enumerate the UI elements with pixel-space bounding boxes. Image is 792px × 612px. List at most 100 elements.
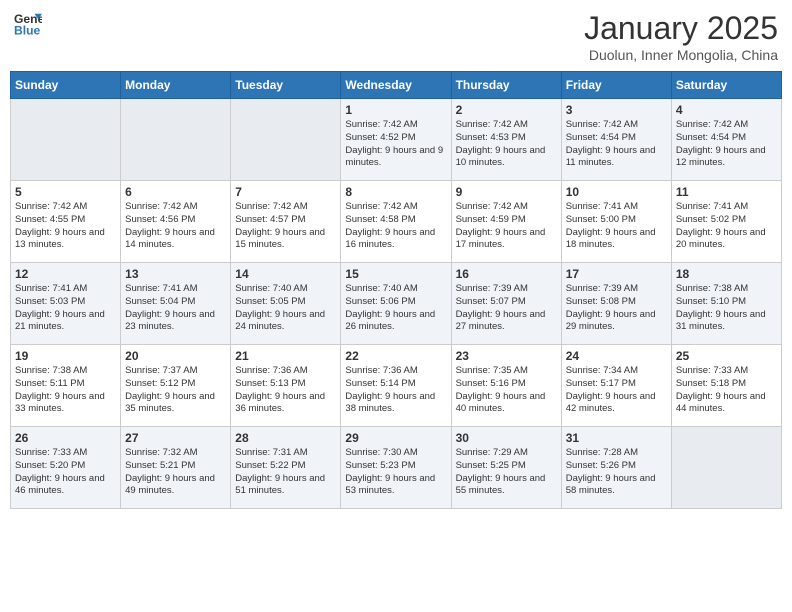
day-cell-15: 15 Sunrise: 7:40 AMSunset: 5:06 PMDayligh… [341, 263, 451, 345]
day-number: 31 [566, 431, 667, 445]
day-cell-4: 4 Sunrise: 7:42 AMSunset: 4:54 PMDaylight… [671, 99, 781, 181]
day-number: 27 [125, 431, 226, 445]
cell-info: Sunrise: 7:42 AMSunset: 4:54 PMDaylight:… [566, 119, 667, 170]
week-row-1: 1 Sunrise: 7:42 AMSunset: 4:52 PMDaylight… [11, 99, 782, 181]
day-cell-28: 28Sunrise: 7:31 AMSunset: 5:22 PMDayligh… [231, 427, 341, 509]
day-cell-18: 18Sunrise: 7:38 AMSunset: 5:10 PMDayligh… [671, 263, 781, 345]
day-number: 16 [456, 267, 557, 281]
day-number: 26 [15, 431, 116, 445]
cell-info: Sunrise: 7:39 AMSunset: 5:07 PMDaylight:… [456, 283, 557, 334]
weekday-header-row: SundayMondayTuesdayWednesdayThursdayFrid… [11, 72, 782, 99]
day-number: 22 [345, 349, 446, 363]
cell-info: Sunrise: 7:37 AMSunset: 5:12 PMDaylight:… [125, 365, 226, 416]
logo: General Blue [14, 10, 42, 38]
cell-info: Sunrise: 7:42 AMSunset: 4:56 PMDaylight:… [125, 201, 226, 252]
cell-info: Sunrise: 7:34 AMSunset: 5:17 PMDaylight:… [566, 365, 667, 416]
day-number: 13 [125, 267, 226, 281]
day-number: 25 [676, 349, 777, 363]
day-number: 23 [456, 349, 557, 363]
cell-info: Sunrise: 7:41 AMSunset: 5:03 PMDaylight:… [15, 283, 116, 334]
day-cell-3: 3 Sunrise: 7:42 AMSunset: 4:54 PMDaylight… [561, 99, 671, 181]
cell-info: Sunrise: 7:39 AMSunset: 5:08 PMDaylight:… [566, 283, 667, 334]
day-cell-7: 7Sunrise: 7:42 AMSunset: 4:57 PMDaylight… [231, 181, 341, 263]
svg-text:Blue: Blue [14, 23, 41, 37]
cell-info: Sunrise: 7:36 AMSunset: 5:14 PMDaylight:… [345, 365, 446, 416]
day-cell-5: 5 Sunrise: 7:42 AMSunset: 4:55 PMDaylight… [11, 181, 121, 263]
day-number: 8 [345, 185, 446, 199]
day-number: 24 [566, 349, 667, 363]
day-cell-16: 16 Sunrise: 7:39 AMSunset: 5:07 PMDayligh… [451, 263, 561, 345]
day-number: 21 [235, 349, 336, 363]
page-header: General Blue January 2025 Duolun, Inner … [10, 10, 782, 63]
day-number: 7 [235, 185, 336, 199]
weekday-header-sunday: Sunday [11, 72, 121, 99]
calendar: SundayMondayTuesdayWednesdayThursdayFrid… [10, 71, 782, 509]
day-cell-21: 21 Sunrise: 7:36 AMSunset: 5:13 PMDayligh… [231, 345, 341, 427]
week-row-2: 5 Sunrise: 7:42 AMSunset: 4:55 PMDaylight… [11, 181, 782, 263]
week-row-5: 26 Sunrise: 7:33 AMSunset: 5:20 PMDayligh… [11, 427, 782, 509]
cell-info: Sunrise: 7:33 AMSunset: 5:18 PMDaylight:… [676, 365, 777, 416]
day-number: 29 [345, 431, 446, 445]
cell-info: Sunrise: 7:31 AMSunset: 5:22 PMDaylight:… [235, 447, 336, 498]
day-cell-17: 17Sunrise: 7:39 AMSunset: 5:08 PMDayligh… [561, 263, 671, 345]
logo-icon: General Blue [14, 10, 42, 38]
day-number: 5 [15, 185, 116, 199]
day-cell-2: 2Sunrise: 7:42 AMSunset: 4:53 PMDaylight… [451, 99, 561, 181]
cell-info: Sunrise: 7:36 AMSunset: 5:13 PMDaylight:… [235, 365, 336, 416]
day-cell-22: 22 Sunrise: 7:36 AMSunset: 5:14 PMDayligh… [341, 345, 451, 427]
day-number: 19 [15, 349, 116, 363]
cell-info: Sunrise: 7:29 AMSunset: 5:25 PMDaylight:… [456, 447, 557, 498]
location: Duolun, Inner Mongolia, China [584, 47, 778, 63]
week-row-4: 19 Sunrise: 7:38 AMSunset: 5:11 PMDayligh… [11, 345, 782, 427]
title-block: January 2025 Duolun, Inner Mongolia, Chi… [584, 10, 778, 63]
weekday-header-friday: Friday [561, 72, 671, 99]
cell-info: Sunrise: 7:40 AMSunset: 5:06 PMDaylight:… [345, 283, 446, 334]
cell-info: Sunrise: 7:42 AMSunset: 4:55 PMDaylight:… [15, 201, 116, 252]
day-number: 15 [345, 267, 446, 281]
weekday-header-wednesday: Wednesday [341, 72, 451, 99]
empty-cell [671, 427, 781, 509]
day-number: 14 [235, 267, 336, 281]
day-cell-14: 14Sunrise: 7:40 AMSunset: 5:05 PMDayligh… [231, 263, 341, 345]
empty-cell [121, 99, 231, 181]
week-row-3: 12 Sunrise: 7:41 AMSunset: 5:03 PMDayligh… [11, 263, 782, 345]
day-number: 1 [345, 103, 446, 117]
day-cell-11: 11Sunrise: 7:41 AMSunset: 5:02 PMDayligh… [671, 181, 781, 263]
day-cell-30: 30 Sunrise: 7:29 AMSunset: 5:25 PMDayligh… [451, 427, 561, 509]
weekday-header-tuesday: Tuesday [231, 72, 341, 99]
cell-info: Sunrise: 7:42 AMSunset: 4:52 PMDaylight:… [345, 119, 446, 170]
cell-info: Sunrise: 7:33 AMSunset: 5:20 PMDaylight:… [15, 447, 116, 498]
day-number: 3 [566, 103, 667, 117]
day-number: 20 [125, 349, 226, 363]
cell-info: Sunrise: 7:32 AMSunset: 5:21 PMDaylight:… [125, 447, 226, 498]
day-number: 30 [456, 431, 557, 445]
empty-cell [231, 99, 341, 181]
cell-info: Sunrise: 7:35 AMSunset: 5:16 PMDaylight:… [456, 365, 557, 416]
day-cell-8: 8Sunrise: 7:42 AMSunset: 4:58 PMDaylight… [341, 181, 451, 263]
day-cell-31: 31Sunrise: 7:28 AMSunset: 5:26 PMDayligh… [561, 427, 671, 509]
day-number: 4 [676, 103, 777, 117]
cell-info: Sunrise: 7:30 AMSunset: 5:23 PMDaylight:… [345, 447, 446, 498]
day-cell-9: 9Sunrise: 7:42 AMSunset: 4:59 PMDaylight… [451, 181, 561, 263]
weekday-header-monday: Monday [121, 72, 231, 99]
cell-info: Sunrise: 7:41 AMSunset: 5:04 PMDaylight:… [125, 283, 226, 334]
weekday-header-thursday: Thursday [451, 72, 561, 99]
day-cell-13: 13 Sunrise: 7:41 AMSunset: 5:04 PMDayligh… [121, 263, 231, 345]
cell-info: Sunrise: 7:42 AMSunset: 4:59 PMDaylight:… [456, 201, 557, 252]
day-cell-1: 1 Sunrise: 7:42 AMSunset: 4:52 PMDaylight… [341, 99, 451, 181]
day-cell-29: 29 Sunrise: 7:30 AMSunset: 5:23 PMDayligh… [341, 427, 451, 509]
cell-info: Sunrise: 7:42 AMSunset: 4:54 PMDaylight:… [676, 119, 777, 170]
day-cell-27: 27 Sunrise: 7:32 AMSunset: 5:21 PMDayligh… [121, 427, 231, 509]
day-cell-20: 20 Sunrise: 7:37 AMSunset: 5:12 PMDayligh… [121, 345, 231, 427]
day-cell-23: 23 Sunrise: 7:35 AMSunset: 5:16 PMDayligh… [451, 345, 561, 427]
day-cell-25: 25 Sunrise: 7:33 AMSunset: 5:18 PMDayligh… [671, 345, 781, 427]
day-number: 12 [15, 267, 116, 281]
day-number: 2 [456, 103, 557, 117]
day-cell-6: 6Sunrise: 7:42 AMSunset: 4:56 PMDaylight… [121, 181, 231, 263]
cell-info: Sunrise: 7:38 AMSunset: 5:11 PMDaylight:… [15, 365, 116, 416]
day-cell-26: 26 Sunrise: 7:33 AMSunset: 5:20 PMDayligh… [11, 427, 121, 509]
month-title: January 2025 [584, 10, 778, 47]
weekday-header-saturday: Saturday [671, 72, 781, 99]
cell-info: Sunrise: 7:41 AMSunset: 5:02 PMDaylight:… [676, 201, 777, 252]
day-cell-24: 24 Sunrise: 7:34 AMSunset: 5:17 PMDayligh… [561, 345, 671, 427]
